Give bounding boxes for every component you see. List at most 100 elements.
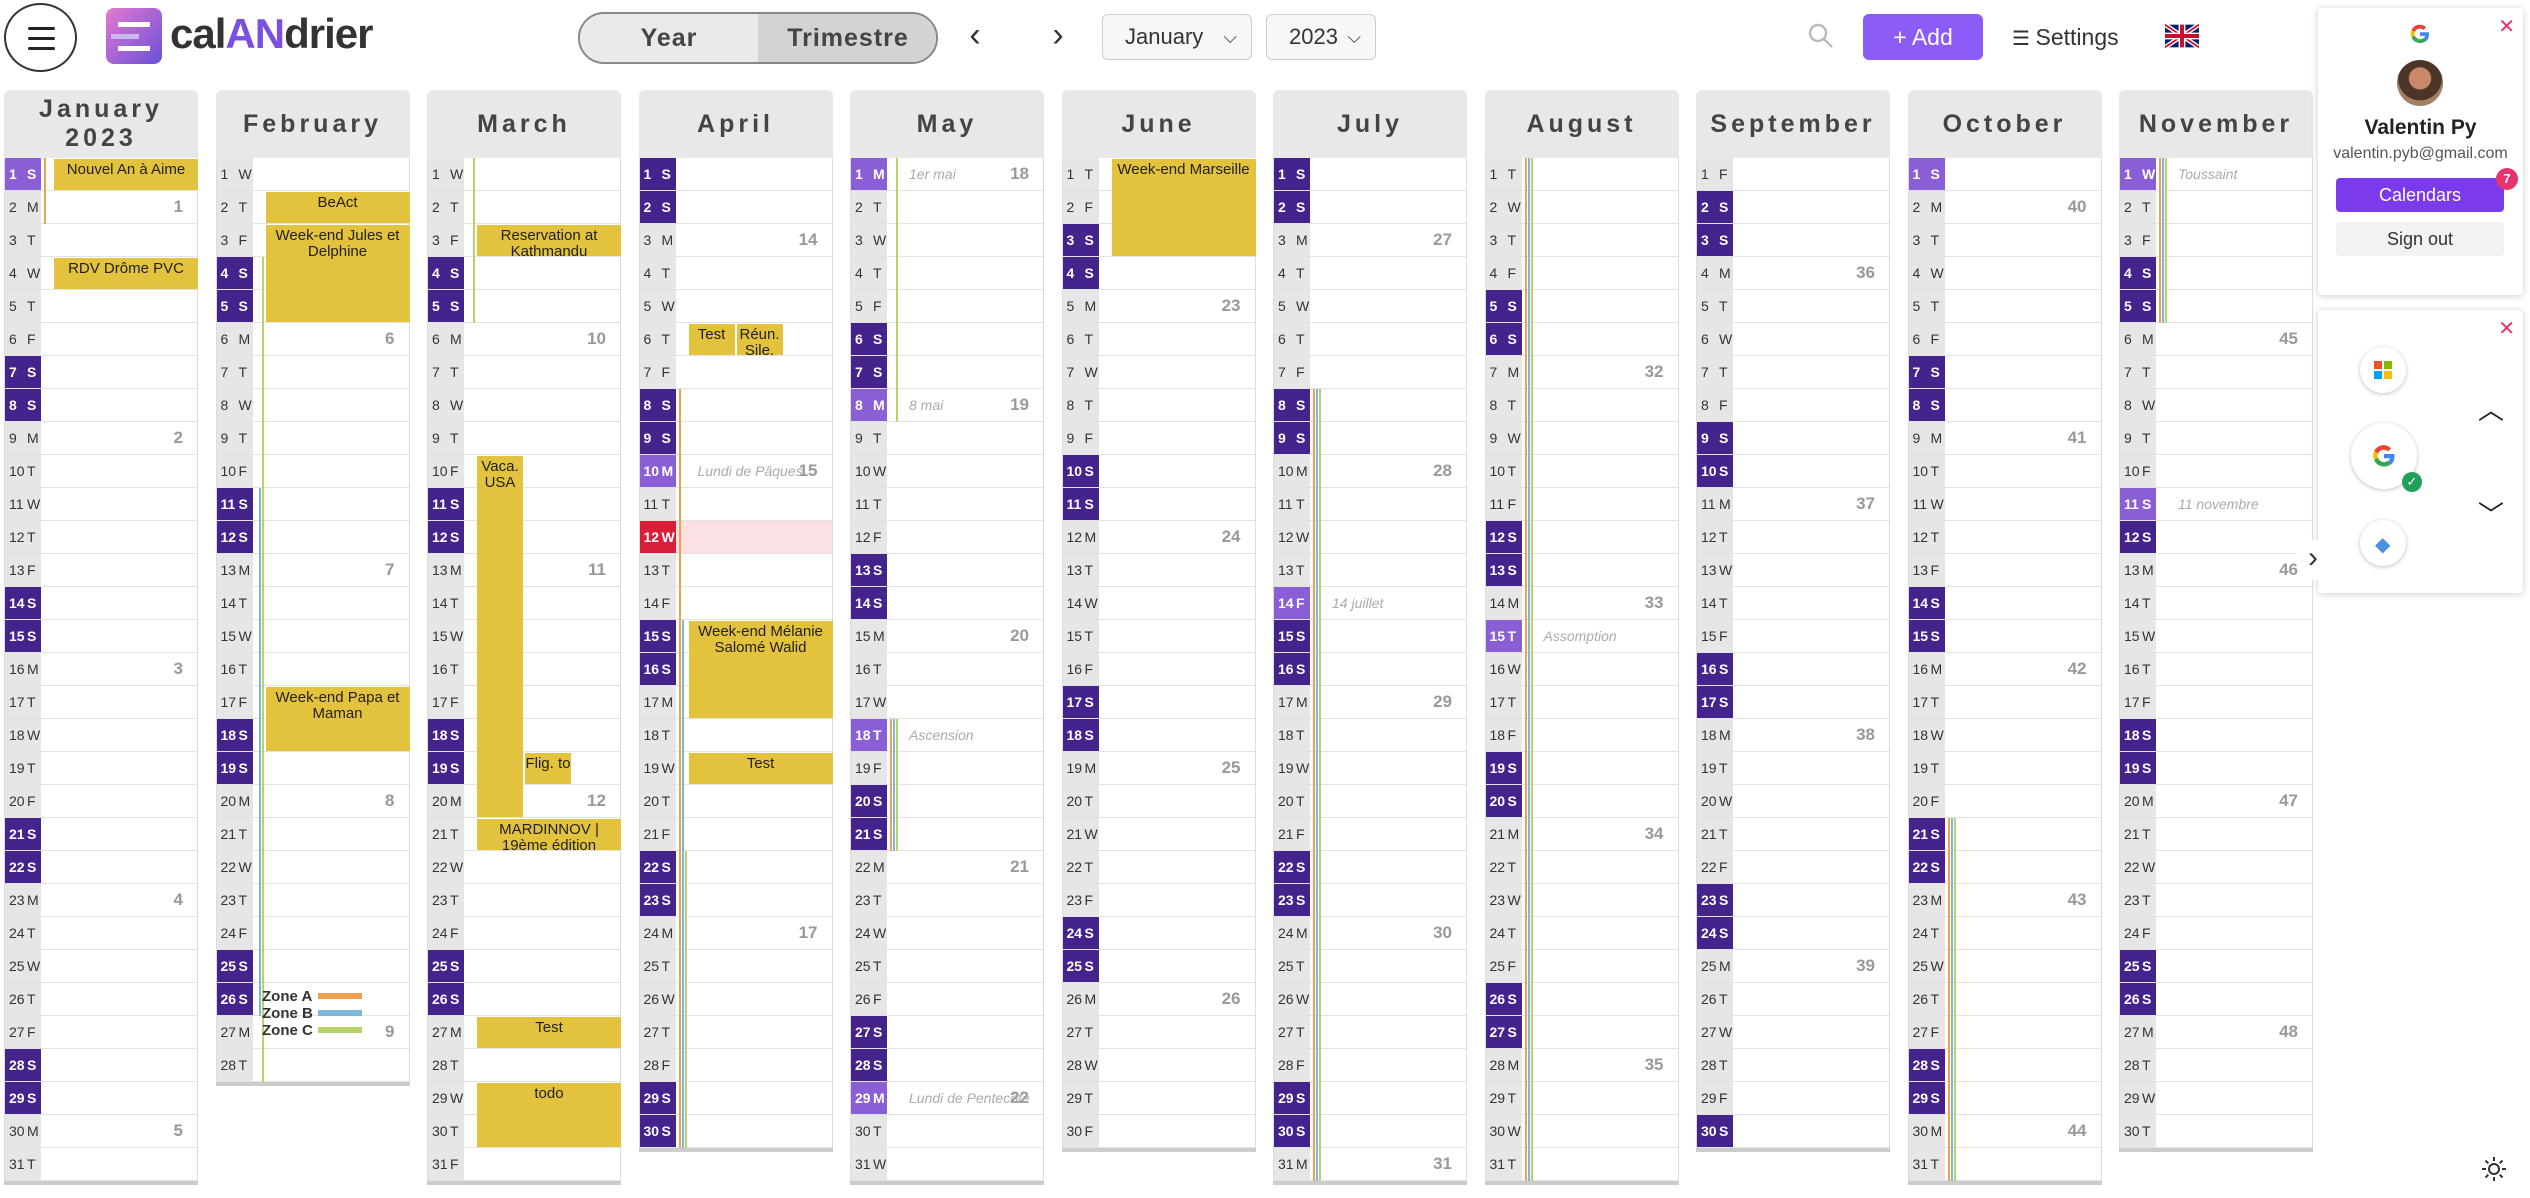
day-cell[interactable]: 12 W [1274,521,1467,554]
day-cell[interactable]: 20 T [1062,785,1256,818]
month-header[interactable]: June [1061,90,1256,158]
day-cell[interactable]: 18 T Ascension [851,719,1044,752]
day-cell[interactable]: 13 M 7 [216,554,410,587]
day-cell[interactable]: 17 S [1697,686,1890,719]
day-cell[interactable]: 26 S [2120,983,2313,1016]
day-cell[interactable]: 16 M 3 [5,653,198,686]
day-cell[interactable]: 8W [2120,389,2313,422]
event-block[interactable]: MARDINNOV | 19ème édition [477,819,621,850]
day-cell[interactable]: 5W [1274,290,1467,323]
event-block[interactable]: Reservation at Kathmandu [477,225,621,256]
day-cell[interactable]: 10 F [216,455,410,488]
event-block[interactable]: todo [477,1083,621,1147]
day-cell[interactable]: 25 S [216,950,410,983]
day-cell[interactable]: 11 M 37 [1697,488,1890,521]
day-cell[interactable]: 28 F [639,1049,833,1082]
settings-button[interactable]: ☰ Settings [2012,14,2119,60]
day-cell[interactable]: 15 S [1274,620,1467,653]
day-cell[interactable]: 20 F [1908,785,2102,818]
day-cell[interactable]: 26 T [1908,983,2102,1016]
day-cell[interactable]: 7S [5,356,198,389]
day-cell[interactable]: 5S [1485,290,1679,323]
day-cell[interactable]: 27 T [1062,1016,1256,1049]
event-block[interactable]: Week-end Mélanie Salomé Walid [688,621,833,718]
day-cell[interactable]: 22 M 21 [851,851,1044,884]
day-cell[interactable]: 23 S [1697,884,1890,917]
day-cell[interactable]: 28 M 35 [1485,1049,1679,1082]
day-cell[interactable]: 16 T [428,653,621,686]
day-cell[interactable]: 16 S [1274,653,1467,686]
day-cell[interactable]: 11 S [428,488,621,521]
day-cell[interactable]: 23 S [1274,884,1467,917]
day-cell[interactable]: 9T [2120,422,2313,455]
month-header[interactable]: August [1484,90,1679,158]
day-cell[interactable]: 13 W [1697,554,1890,587]
day-cell[interactable]: 14 T [428,587,621,620]
day-cell[interactable]: 26 T [1697,983,1890,1016]
event-block[interactable]: BeAct [265,192,410,223]
day-cell[interactable]: 19 T [1697,752,1890,785]
day-cell[interactable]: 27 T [639,1016,833,1049]
day-cell[interactable]: 12 T [1908,521,2102,554]
day-cell[interactable]: 12 S [428,521,621,554]
day-cell[interactable]: 31 T [1908,1148,2102,1181]
day-cell[interactable]: 6 M 10 [428,323,621,356]
day-cell[interactable]: 13 M 46 [2120,554,2313,587]
day-cell[interactable]: 23 F [1062,884,1256,917]
day-cell[interactable]: 20 S [851,785,1044,818]
month-header[interactable]: July [1273,90,1467,158]
day-cell[interactable]: 9W [1485,422,1679,455]
day-cell[interactable]: 28 T [428,1049,621,1082]
day-cell[interactable]: 24 W [851,917,1044,950]
day-cell[interactable]: 24 M 30 [1274,917,1467,950]
day-cell[interactable]: 30 T [851,1115,1044,1148]
day-cell[interactable]: 11 S [1062,488,1256,521]
day-cell[interactable]: 18 W [1908,719,2102,752]
event-block[interactable]: Vaca. USA [477,456,523,817]
day-cell[interactable]: 7T [1697,356,1890,389]
day-cell[interactable]: 22 T [1062,851,1256,884]
day-cell[interactable]: 28 W [1062,1049,1256,1082]
day-cell[interactable]: 6F [5,323,198,356]
day-cell[interactable]: 21 F [639,818,833,851]
day-cell[interactable]: 21 F [1274,818,1467,851]
event-block[interactable]: Week-end Marseille [1111,159,1256,256]
day-cell[interactable]: 7W [1062,356,1256,389]
day-cell[interactable]: 28 S [5,1049,198,1082]
sign-out-button[interactable]: Sign out [2336,222,2504,256]
day-cell[interactable]: 1F [1697,158,1890,191]
day-cell[interactable]: 27 W [1697,1016,1890,1049]
day-cell[interactable]: 26 F [851,983,1044,1016]
day-cell[interactable]: 1S [1908,158,2102,191]
day-cell[interactable]: 18 S [2120,719,2313,752]
day-cell[interactable]: 22 S [1274,851,1467,884]
day-cell[interactable]: 20 F [5,785,198,818]
chevron-down-icon[interactable]: ﹀ [2478,495,2504,532]
day-cell[interactable]: 6F [1908,323,2102,356]
day-cell[interactable]: 10 M 15 Lundi de Pâques [639,455,833,488]
day-cell[interactable]: 10 W [851,455,1044,488]
day-cell[interactable]: 16 T [851,653,1044,686]
event-block[interactable]: Nouvel An à Aime [54,159,198,190]
year-select[interactable]: 2023 ⌵ [1266,14,1376,60]
day-cell[interactable]: 15 M 20 [851,620,1044,653]
day-cell[interactable]: 10 S [1697,455,1890,488]
day-cell[interactable]: 18 T [1274,719,1467,752]
day-cell[interactable]: 21 T [1697,818,1890,851]
event-block[interactable]: Flig. to [525,753,571,784]
day-cell[interactable]: 5 M 23 [1062,290,1256,323]
day-cell[interactable]: 30 T [2120,1115,2313,1148]
day-cell[interactable]: 15 W [2120,620,2313,653]
day-cell[interactable]: 23 T [2120,884,2313,917]
day-cell[interactable]: 14 F [639,587,833,620]
day-cell[interactable]: 17 S [1062,686,1256,719]
day-cell[interactable]: 15 T [1062,620,1256,653]
day-cell[interactable]: 11 T [851,488,1044,521]
day-cell[interactable]: 25 S [428,950,621,983]
day-cell[interactable]: 1S [639,158,833,191]
day-cell[interactable]: 4T [639,257,833,290]
day-cell[interactable]: 13 M 11 [428,554,621,587]
month-header[interactable]: May [850,90,1044,158]
day-cell[interactable]: 25 F [1485,950,1679,983]
day-cell[interactable]: 6M 6 [216,323,410,356]
